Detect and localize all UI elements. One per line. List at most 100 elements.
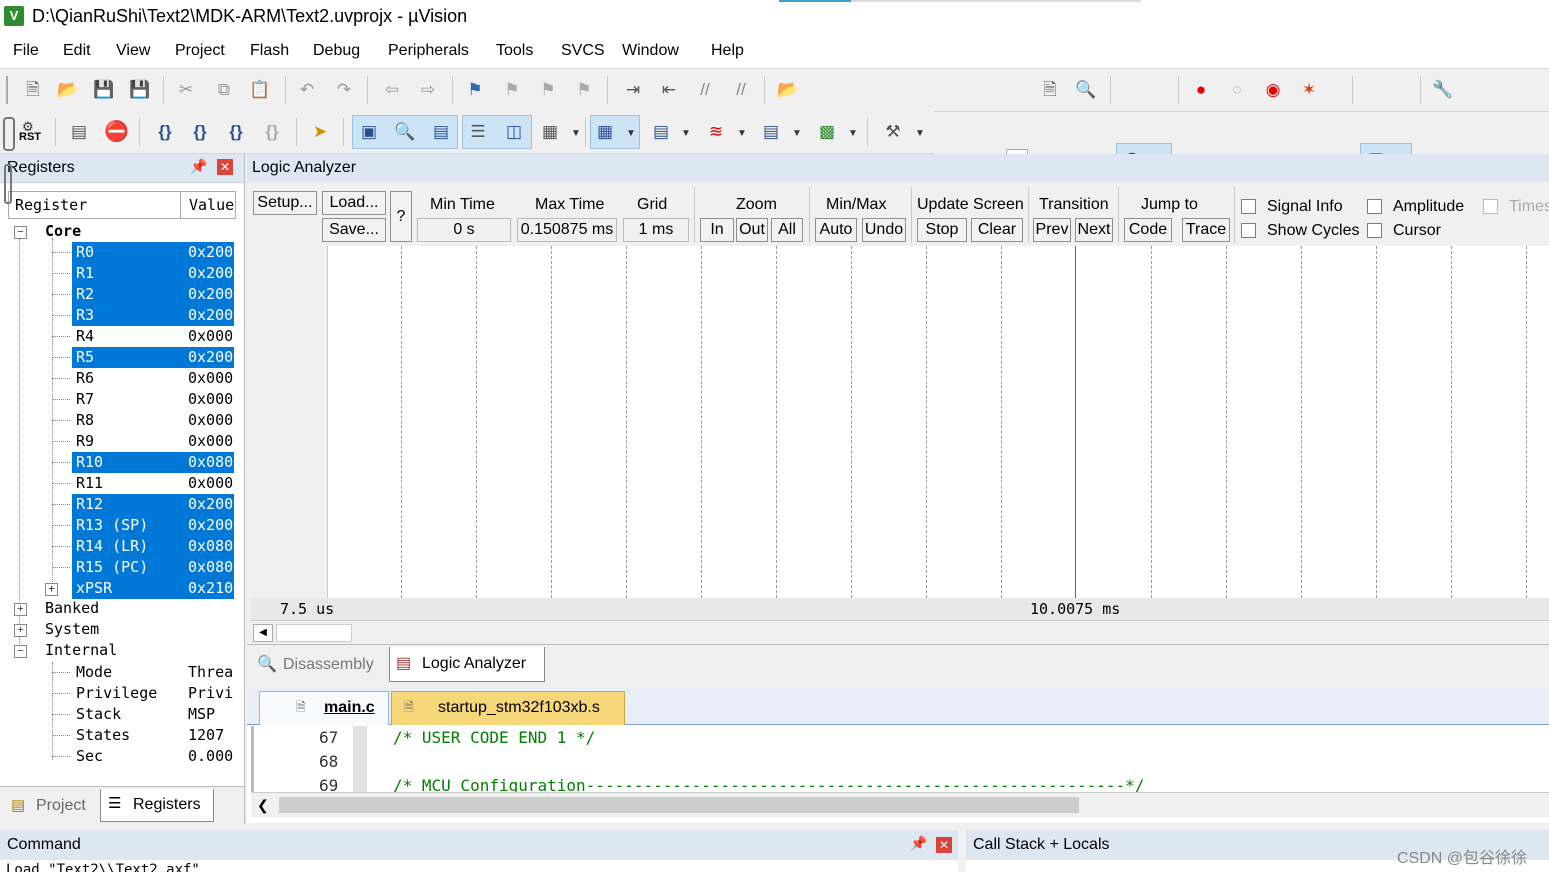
memory-window-button[interactable]: ▦ ▼ [590, 115, 640, 149]
register-row[interactable]: R7 0x000 [0, 389, 234, 410]
show-cycles-checkbox[interactable] [1241, 223, 1256, 238]
register-row[interactable]: R5 0x200 [0, 347, 234, 368]
code-line[interactable]: /* USER CODE END 1 */ [393, 728, 595, 747]
minmax-undo-button[interactable]: Undo [862, 218, 906, 242]
save-button[interactable]: Save... [322, 218, 386, 242]
group-system[interactable]: System [45, 620, 99, 638]
expand-icon[interactable]: + [14, 624, 27, 637]
register-row[interactable]: R11 0x000 [0, 473, 234, 494]
register-value[interactable]: 0x210 [188, 579, 234, 597]
register-value[interactable]: 0x000 [188, 432, 233, 450]
group-internal[interactable]: Internal [45, 641, 117, 659]
breakpoint-enable-icon[interactable]: ○ [1226, 79, 1248, 101]
uncomment-icon[interactable]: // [730, 79, 752, 101]
chevron-down-icon[interactable]: ▼ [681, 128, 691, 139]
breakpoint-margin[interactable] [353, 726, 367, 792]
internal-row[interactable]: Stack MSP [0, 704, 234, 725]
setup-button[interactable]: Setup... [253, 191, 317, 215]
close-icon[interactable]: ✕ [217, 159, 233, 175]
unindent-icon[interactable]: ⇤ [658, 79, 680, 101]
scroll-left-icon[interactable]: ◀ [253, 624, 273, 642]
col-register[interactable]: Register [15, 196, 87, 214]
jump-code-button[interactable]: Code [1124, 218, 1172, 242]
register-row[interactable]: R10 0x080 [0, 452, 234, 473]
scroll-thumb[interactable] [279, 797, 1079, 813]
register-row[interactable]: R8 0x000 [0, 410, 234, 431]
register-value[interactable]: 0x200 [188, 348, 234, 366]
register-row[interactable]: R4 0x000 [0, 326, 234, 347]
breakpoint-disable-icon[interactable]: ◉ [1262, 79, 1284, 101]
internal-row[interactable]: Sec 0.000 [0, 746, 234, 767]
group-core[interactable]: Core [45, 222, 81, 240]
analysis-window-icon[interactable]: ≋ [705, 121, 727, 143]
la-horizontal-scrollbar[interactable]: ◀ [250, 620, 1549, 643]
internal-row[interactable]: Privilege Privi [0, 683, 234, 704]
cut-icon[interactable]: ✂ [175, 79, 197, 101]
find-in-files-icon[interactable]: 📂 [777, 79, 799, 101]
amplitude-checkbox[interactable] [1367, 199, 1382, 214]
indent-icon[interactable]: ⇥ [622, 79, 644, 101]
breakpoint-insert-icon[interactable]: ● [1190, 79, 1212, 101]
reset-button[interactable]: ⚙ RST [19, 119, 47, 147]
update-clear-button[interactable]: Clear [971, 218, 1023, 242]
menu-project[interactable]: Project [175, 42, 225, 60]
chevron-down-icon[interactable]: ▼ [792, 128, 802, 139]
menu-help[interactable]: Help [711, 42, 744, 60]
undo-icon[interactable]: ↶ [296, 79, 318, 101]
update-stop-button[interactable]: Stop [917, 218, 967, 242]
save-icon[interactable]: 💾 [93, 79, 115, 101]
run-to-cursor-icon[interactable]: {} [261, 121, 283, 143]
disassembly-window-icon[interactable]: 🔍 [394, 121, 416, 143]
close-icon[interactable]: ✕ [936, 837, 952, 853]
breakpoint-kill-icon[interactable]: ✶ [1298, 79, 1320, 101]
register-value[interactable]: 0x200 [188, 306, 234, 324]
chevron-down-icon[interactable]: ▼ [737, 128, 747, 139]
col-value[interactable]: Value [189, 196, 234, 214]
tab-disassembly[interactable]: 🔍 Disassembly [253, 650, 383, 680]
register-row[interactable]: R3 0x200 [0, 305, 234, 326]
register-value[interactable]: 0x000 [188, 474, 233, 492]
run-icon[interactable]: ▤ [68, 121, 90, 143]
transition-next-button[interactable]: Next [1075, 218, 1113, 242]
collapse-icon[interactable]: − [14, 226, 27, 239]
tab-startup[interactable]: 🗎 startup_stm32f103xb.s [391, 691, 625, 725]
register-value[interactable]: 0x080 [188, 537, 234, 555]
collapse-icon[interactable]: − [14, 645, 27, 658]
bookmark-prev-icon[interactable]: ⚑ [501, 79, 523, 101]
waveform-area[interactable] [328, 246, 1549, 598]
expand-icon[interactable]: + [14, 603, 27, 616]
register-row[interactable]: R12 0x200 [0, 494, 234, 515]
minmax-auto-button[interactable]: Auto [815, 218, 857, 242]
chevron-down-icon[interactable]: ▼ [848, 128, 858, 139]
register-value[interactable]: 0x200 [188, 243, 234, 261]
comment-icon[interactable]: // [694, 79, 716, 101]
register-value[interactable]: 0x080 [188, 453, 234, 471]
new-file-icon[interactable]: 🗎 [22, 79, 44, 101]
register-value[interactable]: 0x200 [188, 516, 234, 534]
menu-debug[interactable]: Debug [313, 42, 360, 60]
scroll-left-icon[interactable]: ❮ [257, 797, 269, 814]
register-row[interactable]: R15 (PC) 0x080 [0, 557, 234, 578]
back-icon[interactable]: ⇦ [381, 79, 403, 101]
incremental-find-icon[interactable]: 🔍 [1075, 79, 1097, 101]
step-out-icon[interactable]: {} [225, 121, 247, 143]
show-next-statement-icon[interactable]: ➤ [309, 121, 331, 143]
signal-info-checkbox[interactable] [1241, 199, 1256, 214]
step-into-icon[interactable]: {} [154, 121, 176, 143]
forward-icon[interactable]: ⇨ [417, 79, 439, 101]
zoom-out-button[interactable]: Out [736, 218, 768, 242]
register-row[interactable]: R2 0x200 [0, 284, 234, 305]
menu-svcs[interactable]: SVCS [561, 42, 605, 60]
chevron-down-icon[interactable]: ▼ [915, 128, 925, 139]
call-stack-window-icon[interactable]: ◫ [503, 121, 525, 143]
register-value[interactable]: 0x000 [188, 411, 233, 429]
step-over-icon[interactable]: {} [189, 121, 211, 143]
zoom-all-button[interactable]: All [771, 218, 803, 242]
register-row[interactable]: R0 0x200 [0, 242, 234, 263]
menu-peripherals[interactable]: Peripherals [388, 42, 469, 60]
tab-logic-analyzer[interactable]: ▤ Logic Analyzer [389, 647, 545, 682]
trace-window-icon[interactable]: ▤ [760, 121, 782, 143]
redo-icon[interactable]: ↷ [333, 79, 355, 101]
timestamps-checkbox[interactable] [1483, 199, 1498, 214]
register-row[interactable]: + xPSR 0x210 [0, 578, 234, 599]
